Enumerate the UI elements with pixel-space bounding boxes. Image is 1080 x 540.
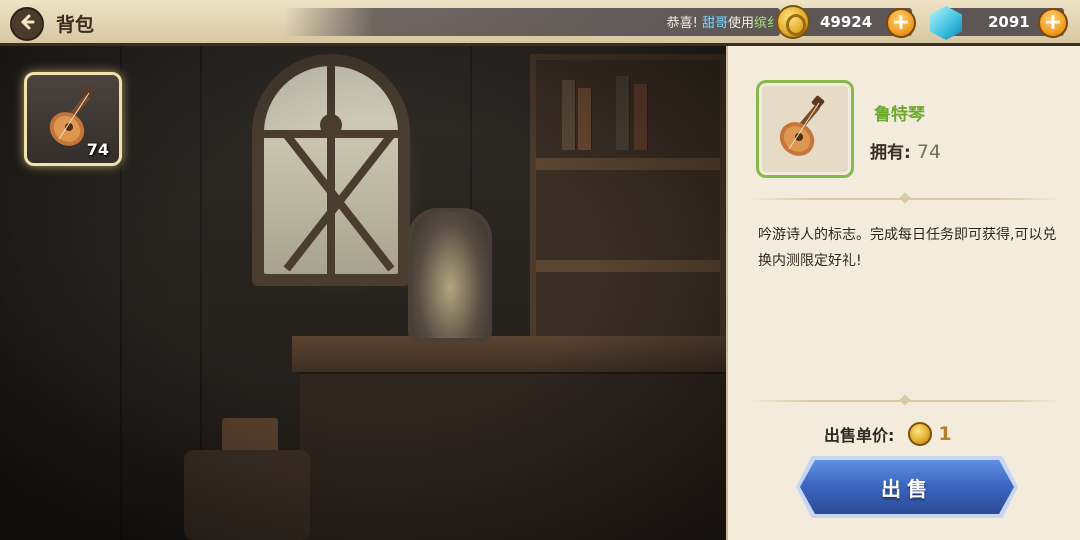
inventory-slot[interactable]: 74 [24, 72, 122, 166]
back-arrow-icon [17, 12, 37, 36]
owned-label: 拥有: [870, 143, 911, 163]
item-description: 吟游诗人的标志。完成每日任务即可获得,可以兑换内测限定好礼! [758, 227, 1057, 269]
item-detail-panel: 鲁特琴 拥有: 74 吟游诗人的标志。完成每日任务即可获得,可以兑换内测限定好礼!… [726, 46, 1080, 540]
gold-coin-icon [776, 5, 810, 39]
gold-coin-icon [908, 422, 933, 446]
page-title: 背包 [56, 14, 95, 36]
sell-button[interactable]: 出售 [800, 460, 1014, 514]
item-name: 鲁特琴 [874, 105, 925, 125]
sell-button-label: 出售 [881, 476, 933, 501]
price-value: 1 [938, 423, 952, 445]
news-action: 使用 [727, 16, 754, 31]
news-prefix: 恭喜! [666, 16, 698, 31]
top-bar: 背包 恭喜! 甜哥使用缤纟 49924 + 2091 + [0, 0, 1080, 46]
news-ticker: 恭喜! 甜哥使用缤纟 [284, 8, 780, 36]
owned-count: 拥有: 74 [870, 138, 941, 163]
news-user: 甜哥 [701, 16, 728, 31]
owned-value: 74 [916, 141, 941, 163]
price-label: 出售单价: [824, 426, 895, 445]
gem-amount: 2091 [988, 13, 1030, 31]
add-gem-button[interactable]: + [1038, 8, 1068, 38]
add-gold-button[interactable]: + [886, 8, 916, 38]
item-quantity: 74 [86, 140, 109, 159]
divider-top [748, 198, 1062, 200]
back-button[interactable] [10, 7, 44, 41]
gold-amount: 49924 [820, 13, 873, 31]
detail-item-frame [756, 80, 854, 178]
lute-icon [775, 95, 837, 165]
divider-bottom [748, 400, 1062, 402]
sell-price-row: 出售单价: 1 [824, 422, 952, 446]
